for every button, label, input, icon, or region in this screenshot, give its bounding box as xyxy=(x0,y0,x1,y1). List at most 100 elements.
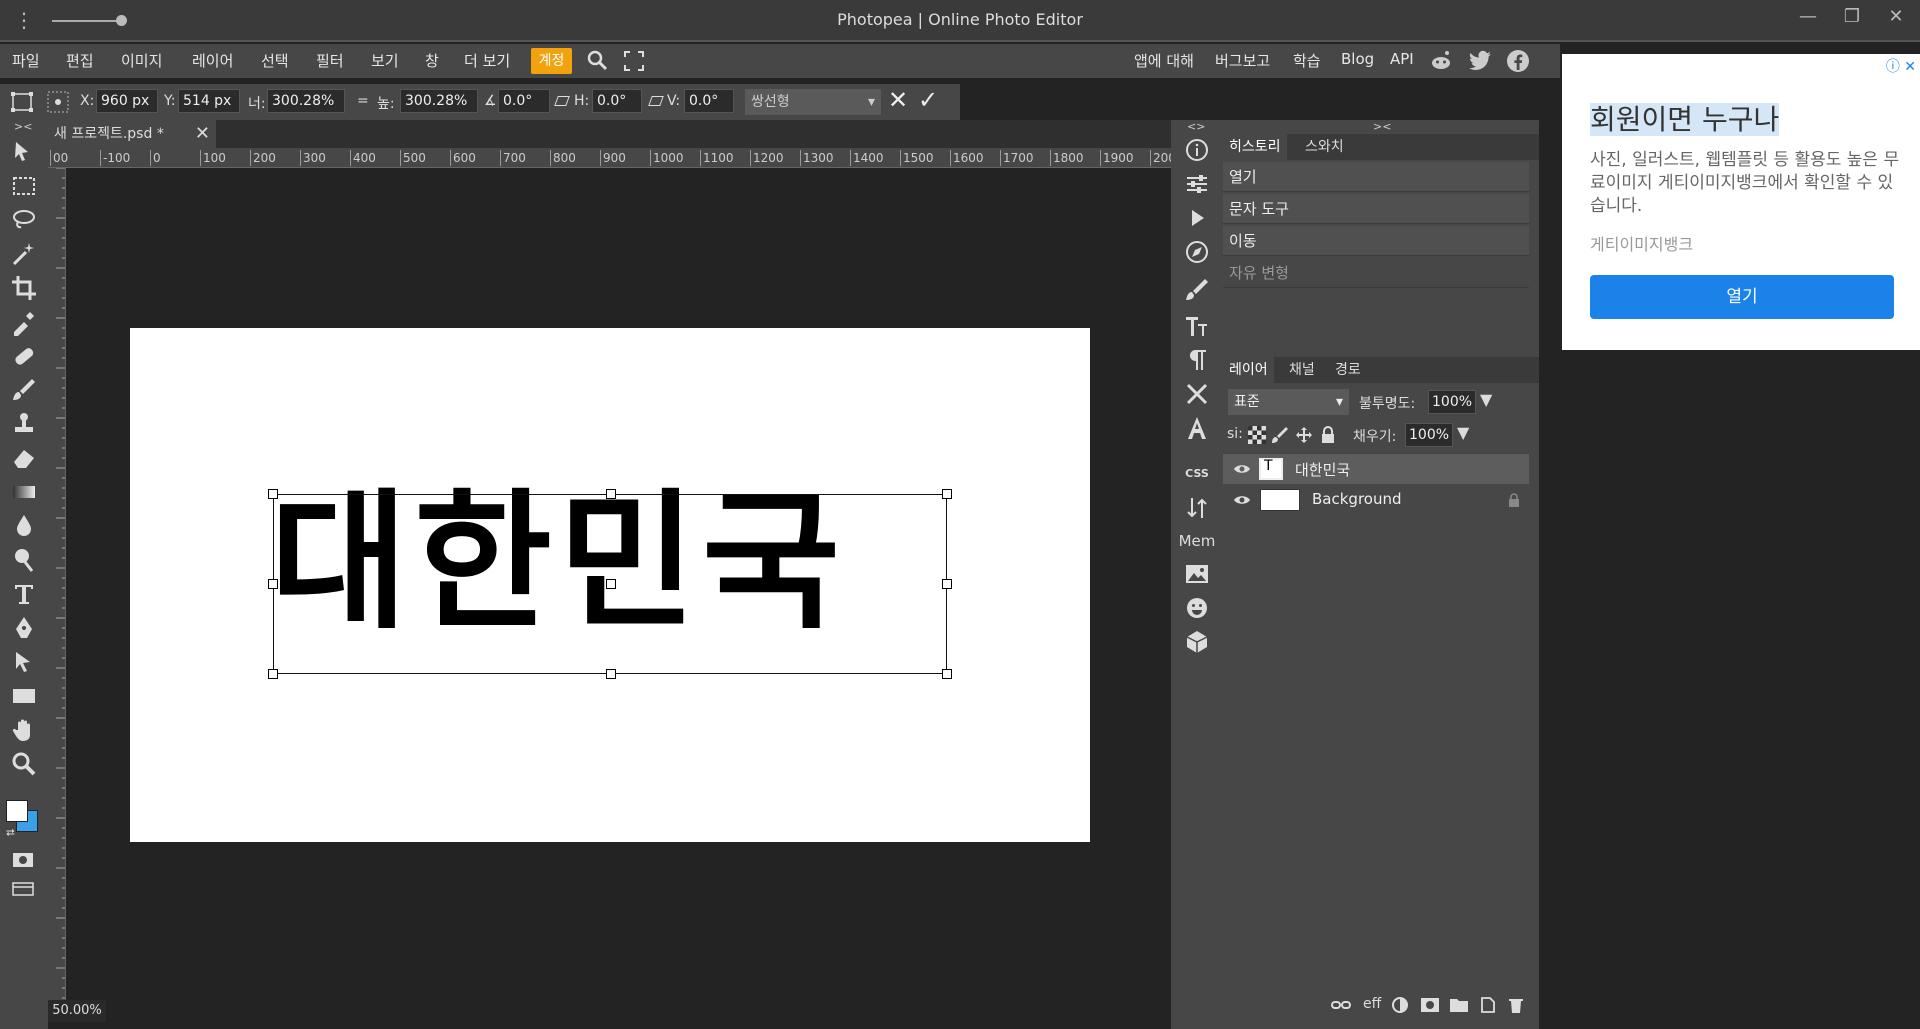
layer-mask-icon[interactable] xyxy=(1420,996,1440,1014)
link-learn[interactable]: 학습 xyxy=(1293,50,1321,71)
healing-brush-icon[interactable] xyxy=(10,342,38,370)
history-item[interactable]: 열기 xyxy=(1223,162,1529,192)
lock-position-icon[interactable] xyxy=(1295,426,1313,444)
history-item[interactable]: 문자 도구 xyxy=(1223,194,1529,224)
zoom-tool-icon[interactable] xyxy=(10,750,38,778)
eye-icon[interactable] xyxy=(1233,460,1251,478)
transform-handle-l[interactable] xyxy=(268,579,278,589)
new-layer-icon[interactable] xyxy=(1478,996,1496,1014)
gradient-tool-icon[interactable] xyxy=(10,478,38,506)
brush-settings-icon[interactable] xyxy=(1183,276,1211,304)
link-blog[interactable]: Blog xyxy=(1341,50,1374,68)
width-field[interactable]: 300.28% xyxy=(267,89,345,113)
opacity-field[interactable]: 100% xyxy=(1428,390,1476,414)
transform-handle-b[interactable] xyxy=(606,669,616,679)
link-api[interactable]: API xyxy=(1390,50,1414,68)
vertical-ruler[interactable] xyxy=(48,168,66,1008)
css-panel-button[interactable]: CSS xyxy=(1171,467,1223,480)
hskew-field[interactable]: 0.0° xyxy=(592,89,642,113)
cancel-transform-button[interactable]: ✕ xyxy=(888,86,908,114)
screen-mode-icon[interactable] xyxy=(12,882,34,896)
close-window-button[interactable]: ✕ xyxy=(1876,6,1916,27)
confirm-transform-button[interactable]: ✓ xyxy=(918,86,938,114)
menu-select[interactable]: 선택 xyxy=(261,50,289,71)
layer-row-background[interactable]: Background xyxy=(1223,485,1529,515)
menu-filter[interactable]: 필터 xyxy=(316,50,344,71)
eraser-tool-icon[interactable] xyxy=(10,444,38,472)
close-tab-icon[interactable]: ✕ xyxy=(195,120,210,148)
height-field[interactable]: 300.28% xyxy=(400,89,478,113)
memory-panel-button[interactable]: Mem xyxy=(1171,532,1223,550)
history-item-disabled[interactable]: 자유 변형 xyxy=(1223,258,1529,288)
menu-window[interactable]: 창 xyxy=(425,50,439,71)
actions-play-icon[interactable] xyxy=(1183,204,1211,232)
tool-presets-icon[interactable] xyxy=(1183,380,1211,408)
ad-close-icon[interactable]: ⓘ ✕ xyxy=(1886,56,1916,76)
y-field[interactable]: 514 px xyxy=(178,89,240,113)
image-library-icon[interactable] xyxy=(1183,560,1211,588)
menu-file[interactable]: 파일 xyxy=(12,50,40,71)
link-aspect-toggle[interactable]: = xyxy=(357,93,369,109)
fullscreen-icon[interactable] xyxy=(621,48,647,74)
document-tab[interactable]: 새 프로젝트.psd * ✕ xyxy=(48,120,216,148)
link-bug-report[interactable]: 버그보고 xyxy=(1215,50,1270,71)
document-canvas[interactable]: 대한민국 xyxy=(130,328,1090,842)
advertisement[interactable]: ⓘ ✕ 회원이면 누구나 사진, 일러스트, 웹템플릿 등 활용도 높은 무료이… xyxy=(1562,54,1920,350)
canvas-area[interactable]: 대한민국 xyxy=(66,168,1171,1008)
menu-edit[interactable]: 편집 xyxy=(66,50,94,71)
brush-tool-icon[interactable] xyxy=(10,376,38,404)
account-button[interactable]: 계정 xyxy=(531,48,572,74)
vskew-field[interactable]: 0.0° xyxy=(684,89,734,113)
marquee-tool-icon[interactable] xyxy=(10,172,38,200)
type-tool-icon[interactable] xyxy=(10,580,38,608)
lock-all-icon[interactable] xyxy=(1319,426,1337,444)
blend-mode-dropdown[interactable]: 표준 ▾ xyxy=(1228,389,1349,415)
glyphs-icon[interactable] xyxy=(1183,414,1211,442)
interpolation-dropdown[interactable]: 쌍선형 ▾ xyxy=(745,89,881,115)
transform-handle-center[interactable] xyxy=(606,579,616,589)
lasso-tool-icon[interactable] xyxy=(10,206,38,234)
transform-handle-t[interactable] xyxy=(606,489,616,499)
magic-wand-icon[interactable] xyxy=(10,240,38,268)
menu-more[interactable]: 더 보기 xyxy=(464,50,510,71)
reference-point-icon[interactable] xyxy=(46,90,70,114)
tab-swatches[interactable]: 스와치 xyxy=(1299,134,1350,160)
transform-bounding-box[interactable] xyxy=(268,489,952,679)
transform-handle-tr[interactable] xyxy=(942,489,952,499)
hand-tool-icon[interactable] xyxy=(10,716,38,744)
transform-handle-tl[interactable] xyxy=(268,489,278,499)
transform-tool-icon[interactable] xyxy=(10,91,34,113)
reddit-icon[interactable] xyxy=(1428,48,1454,74)
quick-mask-icon[interactable] xyxy=(12,852,34,868)
blur-tool-icon[interactable] xyxy=(10,512,38,540)
facebook-icon[interactable] xyxy=(1505,48,1531,74)
lock-transparency-icon[interactable] xyxy=(1248,426,1266,444)
transform-handle-bl[interactable] xyxy=(268,669,278,679)
delete-layer-icon[interactable] xyxy=(1507,996,1525,1014)
restore-button[interactable]: ❐ xyxy=(1832,6,1872,27)
twitter-icon[interactable] xyxy=(1468,48,1494,74)
pen-tool-icon[interactable] xyxy=(10,614,38,642)
toolbar-collapse-toggle[interactable]: >< xyxy=(14,120,32,133)
minimize-button[interactable]: — xyxy=(1788,6,1828,27)
x-field[interactable]: 960 px xyxy=(96,89,158,113)
tab-paths[interactable]: 경로 xyxy=(1329,357,1367,383)
tab-channels[interactable]: 채널 xyxy=(1283,357,1321,383)
foreground-color-swatch[interactable] xyxy=(6,800,28,822)
eye-icon[interactable] xyxy=(1233,491,1251,509)
navigator-icon[interactable] xyxy=(1183,238,1211,266)
tab-layers[interactable]: 레이어 xyxy=(1223,357,1274,383)
side-column-toggle[interactable]: <> xyxy=(1187,120,1205,133)
transform-handle-br[interactable] xyxy=(942,669,952,679)
layer-comps-icon[interactable] xyxy=(1183,494,1211,522)
menu-layer[interactable]: 레이어 xyxy=(192,50,233,71)
layer-effects-button[interactable]: eff xyxy=(1363,996,1381,1012)
zoom-level[interactable]: 50.00% xyxy=(48,1000,106,1022)
lock-pixels-icon[interactable] xyxy=(1271,426,1289,444)
adjustment-layer-icon[interactable] xyxy=(1391,996,1409,1014)
eyedropper-icon[interactable] xyxy=(10,308,38,336)
link-about[interactable]: 앱에 대해 xyxy=(1134,50,1194,71)
link-layers-icon[interactable] xyxy=(1331,996,1351,1014)
panels-collapse-toggle[interactable]: >< xyxy=(1373,120,1391,133)
clone-stamp-icon[interactable] xyxy=(10,410,38,438)
